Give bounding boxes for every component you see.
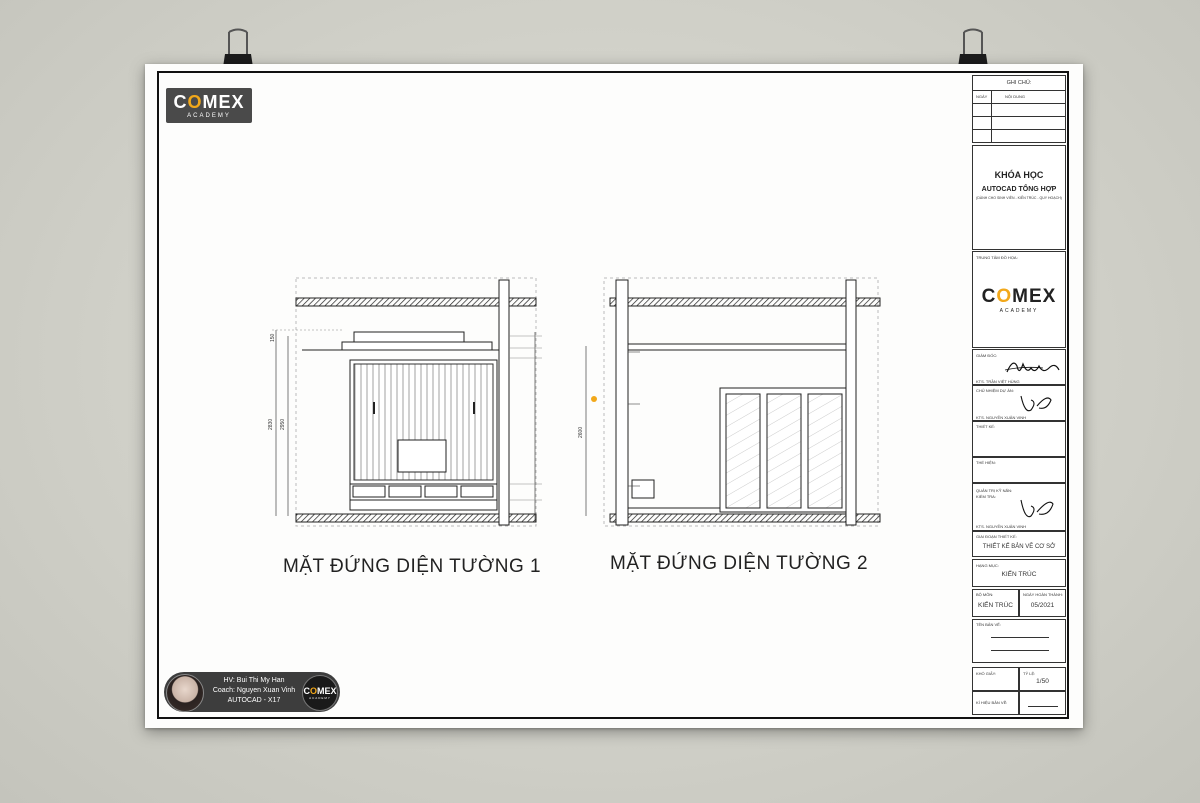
elevation-drawing-1: 150 2830 2950	[268, 277, 542, 527]
scale-box: TỶ LỆ: 1/50	[1019, 667, 1066, 691]
student-name: HV: Bui Thi My Han	[223, 677, 285, 684]
course-box: KHÓA HỌC AUTOCAD TỔNG HỢP (DÀNH CHO SINH…	[972, 145, 1066, 250]
sheet-title-box: TÊN BẢN VẼ:	[972, 619, 1066, 663]
checker-box: QUẢN TRỊ KỸ NĂN: KIỂM TRA: KTS. NGUYỄN X…	[972, 483, 1066, 531]
dimension-label: 150	[270, 333, 276, 342]
course-code: AUTOCAD - X17	[227, 697, 281, 704]
dimension-label: 2830	[268, 419, 274, 430]
elevation-drawing-2: 2600	[578, 277, 881, 527]
avatar	[166, 674, 204, 712]
director-box: GIÁM ĐỐC: KTS. TRẦN VIỆT HÙNG	[972, 349, 1066, 385]
signature-icon	[1020, 395, 1052, 412]
sheet-number-value-box	[1019, 691, 1066, 715]
drawn-box: THỂ HIỆN:	[972, 457, 1066, 483]
caption-elevation-2: MẶT ĐỨNG DIỆN TƯỜNG 2	[610, 553, 869, 574]
department-box: BỘ MÔN: KIẾN TRÚC	[972, 589, 1019, 617]
title-block: GHI CHÚ: NGÀY NỘI DUNG KHÓA HỌC AUTOCAD …	[972, 75, 1066, 717]
comex-badge-logo: COMEX ACADEMY	[302, 675, 338, 711]
signature-icon	[1004, 362, 1060, 373]
item-box: HẠNG MỤC: KIẾN TRÚC	[972, 559, 1066, 587]
comex-logo: COMEX ACADEMY	[166, 88, 252, 123]
notes-box: GHI CHÚ: NGÀY NỘI DUNG	[972, 75, 1066, 143]
caption-elevation-1: MẶT ĐỨNG DIỆN TƯỜNG 1	[283, 556, 542, 577]
date-box: NGÀY HOÀN THÀNH: 05/2021	[1019, 589, 1066, 617]
center-box: TRUNG TÂM ĐỒ HỌA: COMEX ACADEMY	[972, 251, 1066, 348]
signature-icon	[1020, 499, 1054, 518]
phase-box: GIAI ĐOẠN THIẾT KẾ: THIẾT KẾ BẢN VẼ CƠ S…	[972, 531, 1066, 557]
project-lead-box: CHỦ NHIỆM DỰ ÁN: KTS. NGUYỄN XUÂN VINH	[972, 385, 1066, 421]
design-box: THIẾT KẾ:	[972, 421, 1066, 457]
paper-size-box: KHỔ GIẤY:	[972, 667, 1019, 691]
dimension-label: 2600	[578, 427, 584, 438]
coach-name: Coach: Nguyen Xuan Vinh	[212, 687, 296, 694]
student-badge: HV: Bui Thi My Han Coach: Nguyen Xuan Vi…	[164, 672, 340, 712]
dimension-label: 2950	[280, 419, 286, 430]
sheet-number-box: KÍ HIỆU BẢN VẼ:	[972, 691, 1019, 715]
